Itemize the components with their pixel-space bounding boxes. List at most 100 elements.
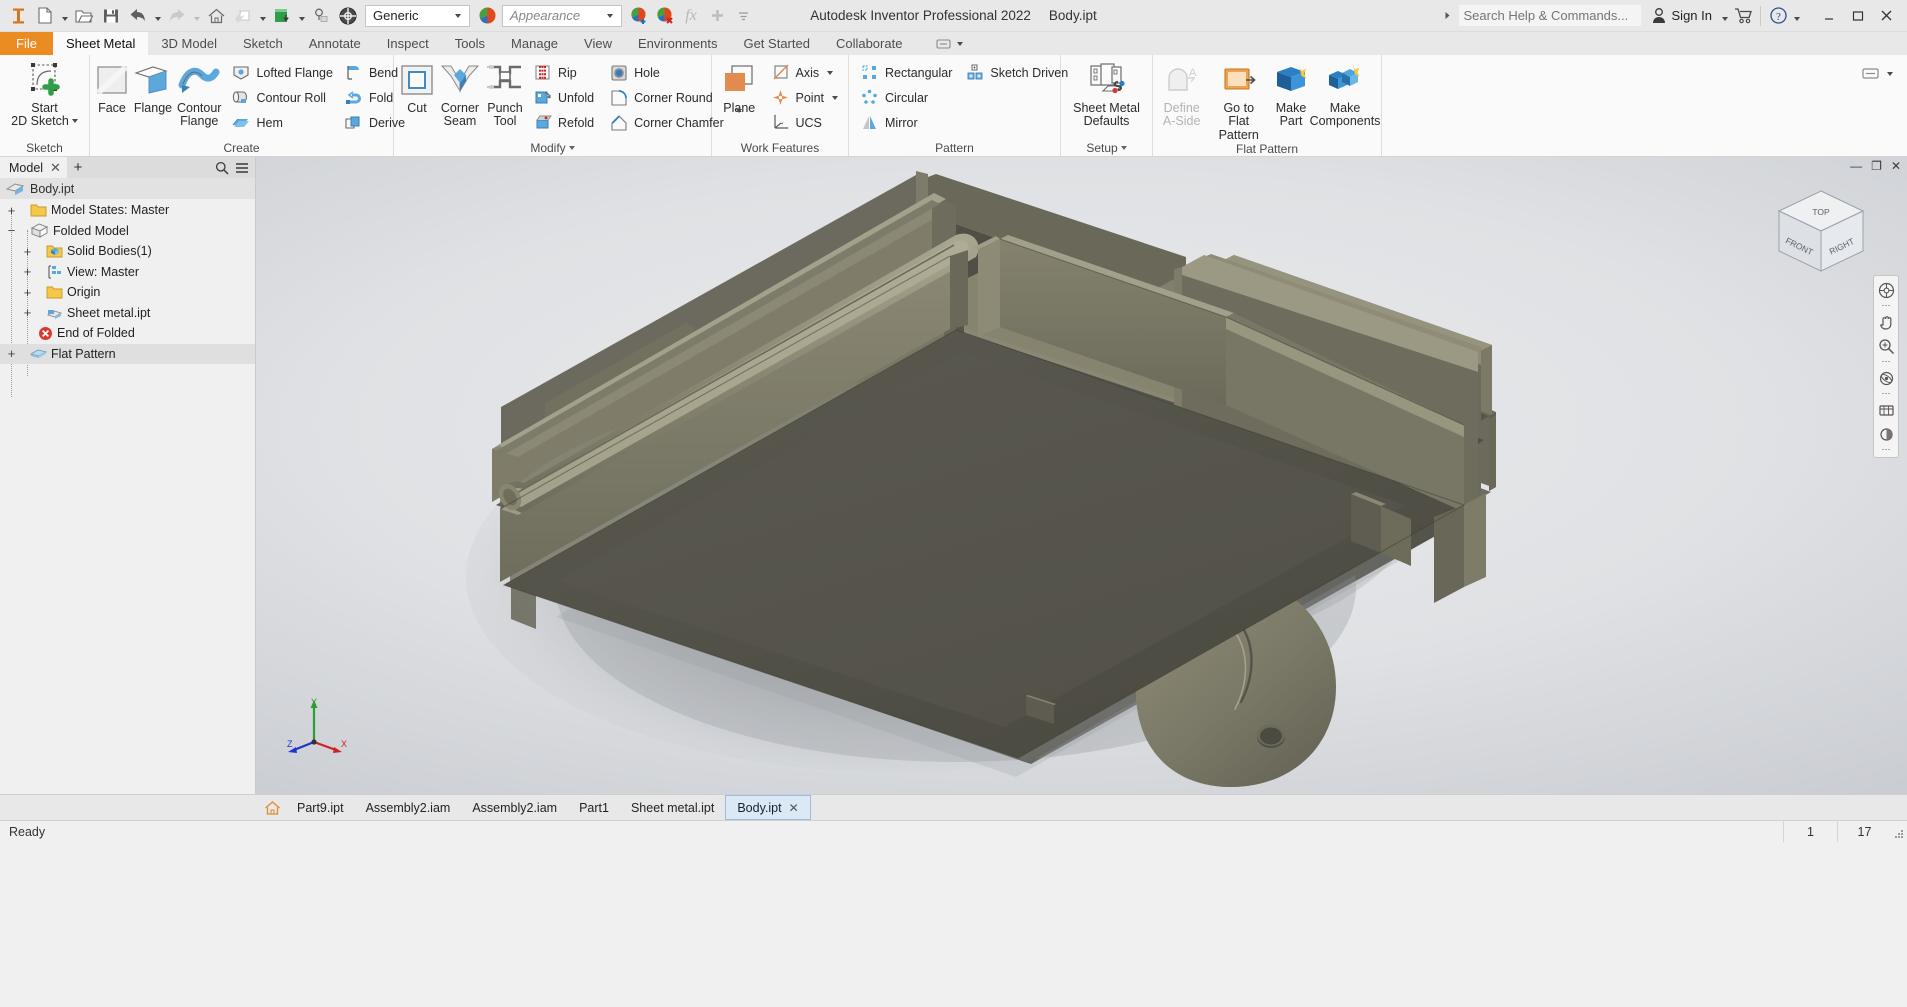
sketch-driven-pattern-button[interactable]: Sketch Driven [961, 60, 1075, 85]
tree-item-model-states[interactable]: + Model States: Master [0, 200, 255, 221]
ribbon-tab-collaborate[interactable]: Collaborate [823, 32, 916, 55]
doc-tab-assembly2-b[interactable]: Assembly2.iam [461, 795, 568, 820]
unfold-button[interactable]: Unfold [529, 85, 601, 110]
appearance-combo[interactable]: Appearance [502, 5, 622, 27]
browser-root-item[interactable]: Body.ipt [0, 178, 255, 199]
doc-tab-part9[interactable]: Part9.ipt [286, 795, 355, 820]
ribbon-tab-get-started[interactable]: Get Started [730, 32, 822, 55]
view-cube[interactable]: TOP FRONT RIGHT [1767, 187, 1875, 287]
add-browser-tab-button[interactable]: + [67, 157, 89, 178]
setup-panel-dropdown-arrow[interactable] [1121, 146, 1127, 150]
close-button[interactable] [1872, 3, 1901, 29]
search-expand-arrow-icon[interactable] [1441, 9, 1454, 22]
update-icon[interactable] [269, 3, 295, 29]
doc-tab-body[interactable]: Body.ipt ✕ [725, 795, 810, 820]
expander-icon[interactable]: + [21, 306, 34, 319]
plane-dropdown-arrow[interactable] [736, 109, 742, 127]
make-components-button[interactable]: Make Components [1312, 59, 1378, 128]
home-icon[interactable] [203, 3, 229, 29]
refold-button[interactable]: Refold [529, 110, 601, 135]
ribbon-tab-tools[interactable]: Tools [442, 32, 498, 55]
display-dropdown[interactable]: ⋯ [1882, 447, 1891, 454]
doc-tab-part1[interactable]: Part1 [568, 795, 620, 820]
rectangular-pattern-button[interactable]: Rectangular [856, 60, 959, 85]
go-to-flat-pattern-button[interactable]: Go to Flat Pattern [1207, 59, 1270, 142]
ribbon-tab-manage[interactable]: Manage [498, 32, 571, 55]
cut-button[interactable]: Cut [397, 59, 437, 115]
mirror-button[interactable]: Mirror [856, 110, 959, 135]
contour-flange-button[interactable]: Contour Flange [175, 59, 223, 128]
search-input[interactable] [1459, 5, 1641, 26]
save-icon[interactable] [98, 3, 124, 29]
search-icon[interactable] [215, 161, 229, 175]
start-2d-sketch-dropdown-arrow[interactable] [72, 119, 78, 123]
orbit-icon[interactable] [1874, 367, 1898, 390]
maximize-button[interactable] [1843, 3, 1872, 29]
appearance-clear-icon[interactable] [652, 3, 678, 29]
material-sphere-icon[interactable] [474, 3, 500, 29]
tree-item-sheet-metal-ipt[interactable]: + Sheet metal.ipt [0, 303, 255, 324]
full-navigation-wheel-icon[interactable] [1874, 279, 1898, 302]
home-icon[interactable] [258, 795, 286, 820]
expander-icon[interactable]: + [5, 204, 18, 217]
material-ball-icon[interactable] [335, 3, 361, 29]
zoom-dropdown[interactable]: ⋯ [1882, 359, 1891, 366]
undo-icon[interactable] [125, 3, 151, 29]
qat-overflow-icon[interactable] [730, 3, 756, 29]
ribbon-tab-file[interactable]: File [0, 32, 53, 55]
ribbon-convert-button[interactable] [1857, 63, 1897, 85]
undo-dropdown[interactable] [152, 3, 163, 29]
modify-panel-dropdown-arrow[interactable] [569, 146, 575, 150]
lofted-flange-button[interactable]: Lofted Flange [227, 60, 339, 85]
expander-icon[interactable]: + [21, 265, 34, 278]
face-button[interactable]: Face [93, 59, 131, 115]
zoom-magnifier-icon[interactable] [1874, 335, 1898, 358]
start-2d-sketch-button[interactable]: Start 2D Sketch [3, 59, 86, 128]
expander-icon[interactable]: − [5, 224, 18, 237]
navigation-wheel-dropdown[interactable]: ⋯ [1882, 303, 1891, 310]
expander-icon[interactable]: + [5, 347, 18, 360]
return-dropdown[interactable] [257, 3, 268, 29]
doc-tab-assembly2-a[interactable]: Assembly2.iam [355, 795, 462, 820]
open-file-icon[interactable] [71, 3, 97, 29]
appearance-add-icon[interactable] [626, 3, 652, 29]
tree-item-solid-bodies[interactable]: + Solid Bodies(1) [0, 241, 255, 262]
ribbon-tab-3d-model[interactable]: 3D Model [148, 32, 230, 55]
hem-button[interactable]: Hem [227, 110, 339, 135]
tree-item-origin[interactable]: + Origin [0, 282, 255, 303]
shopping-cart-icon[interactable] [1730, 3, 1756, 29]
orbit-dropdown[interactable]: ⋯ [1882, 391, 1891, 398]
ucs-button[interactable]: UCS [767, 110, 846, 135]
browser-tab-model[interactable]: Model ✕ [0, 157, 67, 178]
ribbon-tab-annotate[interactable]: Annotate [296, 32, 374, 55]
tree-item-folded-model[interactable]: − Folded Model [0, 221, 255, 242]
close-icon[interactable]: ✕ [789, 801, 799, 815]
plane-button[interactable]: Plane [715, 59, 764, 127]
tree-item-end-of-folded[interactable]: End of Folded [0, 323, 255, 344]
display-settings-icon[interactable] [1874, 423, 1898, 446]
hamburger-menu-icon[interactable] [235, 161, 249, 175]
tree-item-flat-pattern[interactable]: + Flat Pattern [0, 344, 255, 365]
close-icon[interactable]: ✕ [50, 160, 61, 176]
viewport-minimize-button[interactable]: — [1850, 159, 1862, 173]
ribbon-tab-environments[interactable]: Environments [625, 32, 730, 55]
new-file-dropdown[interactable] [59, 3, 70, 29]
new-file-icon[interactable] [32, 3, 58, 29]
point-dropdown-arrow[interactable] [832, 96, 838, 100]
ribbon-tab-inspect[interactable]: Inspect [374, 32, 442, 55]
axis-button[interactable]: Axis [767, 60, 846, 85]
resize-grip[interactable] [1891, 821, 1907, 842]
appearance-dropdown-arrow[interactable] [603, 14, 617, 18]
sign-in-dropdown[interactable] [1719, 3, 1730, 29]
look-at-icon[interactable] [1874, 399, 1898, 422]
expander-icon[interactable]: + [21, 286, 34, 299]
help-dropdown[interactable] [1791, 3, 1802, 29]
punch-tool-button[interactable]: Punch Tool [483, 59, 527, 128]
viewport-close-button[interactable]: ✕ [1891, 159, 1901, 173]
contour-roll-button[interactable]: Contour Roll [227, 85, 339, 110]
update-dropdown[interactable] [296, 3, 307, 29]
material-combo[interactable]: Generic [365, 5, 470, 27]
doc-tab-sheet-metal[interactable]: Sheet metal.ipt [620, 795, 725, 820]
axis-dropdown-arrow[interactable] [827, 71, 833, 75]
expander-icon[interactable]: + [21, 245, 34, 258]
